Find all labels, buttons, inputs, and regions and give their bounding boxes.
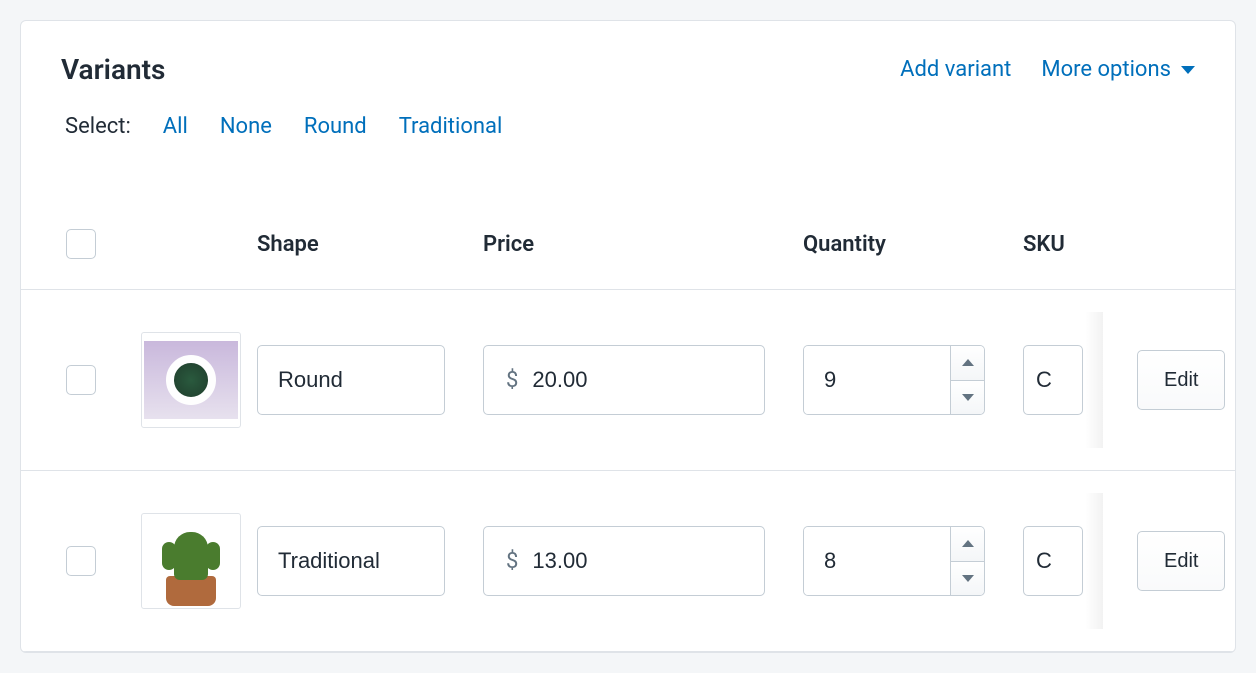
card-header: Variants Add variant More options bbox=[21, 21, 1235, 106]
select-all[interactable]: All bbox=[163, 114, 188, 139]
qty-increment[interactable] bbox=[951, 527, 984, 562]
caret-down-icon bbox=[1181, 66, 1195, 74]
select-label: Select: bbox=[65, 114, 131, 139]
chevron-down-icon bbox=[962, 394, 974, 401]
chevron-up-icon bbox=[962, 359, 974, 366]
chevron-down-icon bbox=[962, 575, 974, 582]
col-sku: SKU bbox=[1023, 232, 1235, 257]
price-input[interactable] bbox=[532, 346, 820, 414]
table-header-row: Shape Price Quantity SKU bbox=[21, 179, 1235, 290]
quantity-input[interactable] bbox=[804, 346, 950, 414]
shape-input[interactable] bbox=[257, 526, 445, 596]
plant-top-image-icon bbox=[144, 341, 238, 419]
price-input[interactable] bbox=[532, 527, 820, 595]
cactus-image-icon bbox=[155, 516, 227, 606]
qty-decrement[interactable] bbox=[951, 562, 984, 596]
row-checkbox[interactable] bbox=[66, 546, 96, 576]
select-round[interactable]: Round bbox=[304, 114, 367, 139]
sticky-actions: Edit bbox=[1103, 312, 1235, 448]
select-traditional[interactable]: Traditional bbox=[399, 114, 503, 139]
shape-input[interactable] bbox=[257, 345, 445, 415]
table-row: $ Edit bbox=[21, 290, 1235, 471]
variant-thumbnail[interactable] bbox=[141, 513, 241, 609]
variants-card: Variants Add variant More options Select… bbox=[20, 20, 1236, 653]
select-none[interactable]: None bbox=[220, 114, 272, 139]
table-row: $ Edit bbox=[21, 471, 1235, 652]
more-options-dropdown[interactable]: More options bbox=[1041, 57, 1195, 82]
edit-button[interactable]: Edit bbox=[1137, 531, 1225, 591]
sku-input[interactable] bbox=[1023, 345, 1083, 415]
qty-decrement[interactable] bbox=[951, 381, 984, 415]
edit-button[interactable]: Edit bbox=[1137, 350, 1225, 410]
row-checkbox[interactable] bbox=[66, 365, 96, 395]
price-field[interactable]: $ bbox=[483, 526, 765, 596]
page-title: Variants bbox=[61, 53, 165, 86]
select-filter-row: Select: All None Round Traditional bbox=[21, 106, 1235, 179]
header-actions: Add variant More options bbox=[900, 57, 1195, 82]
more-options-label: More options bbox=[1041, 57, 1171, 82]
variant-thumbnail[interactable] bbox=[141, 332, 241, 428]
sticky-actions: Edit bbox=[1103, 493, 1235, 629]
quantity-stepper[interactable] bbox=[803, 526, 985, 596]
currency-prefix: $ bbox=[484, 368, 532, 393]
currency-prefix: $ bbox=[484, 549, 532, 574]
variants-table: Shape Price Quantity SKU $ bbox=[21, 179, 1235, 652]
qty-increment[interactable] bbox=[951, 346, 984, 381]
col-price: Price bbox=[483, 232, 803, 257]
quantity-input[interactable] bbox=[804, 527, 950, 595]
add-variant-link[interactable]: Add variant bbox=[900, 57, 1011, 82]
price-field[interactable]: $ bbox=[483, 345, 765, 415]
chevron-up-icon bbox=[962, 540, 974, 547]
col-shape: Shape bbox=[257, 232, 483, 257]
quantity-stepper[interactable] bbox=[803, 345, 985, 415]
select-all-checkbox[interactable] bbox=[66, 229, 96, 259]
sku-input[interactable] bbox=[1023, 526, 1083, 596]
col-quantity: Quantity bbox=[803, 232, 1023, 257]
